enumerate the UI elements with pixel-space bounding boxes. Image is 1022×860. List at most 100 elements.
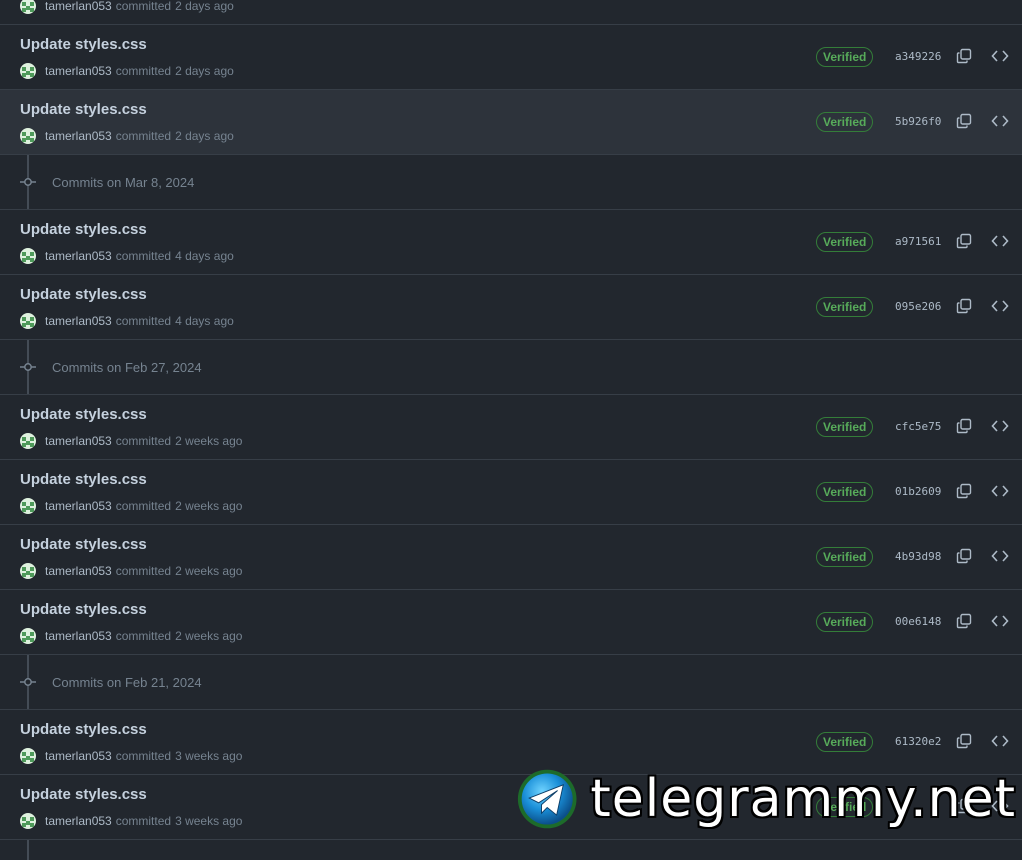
commit-group-header: Commits on Mar 8, 2024 (0, 155, 1022, 210)
commit-meta: tamerlan053 committed 2 weeks ago (20, 433, 242, 449)
commit-row[interactable]: Update styles.css tamerlan053 committed 2 d… (0, 90, 1022, 155)
copy-icon[interactable] (956, 483, 972, 499)
commit-action: committed (115, 0, 172, 13)
avatar[interactable] (20, 0, 36, 14)
avatar[interactable] (20, 128, 36, 144)
code-icon[interactable] (991, 483, 1009, 499)
avatar[interactable] (20, 248, 36, 264)
avatar[interactable] (20, 433, 36, 449)
commit-sha-link[interactable]: 4b93d98 (895, 550, 941, 563)
commit-author-link[interactable]: tamerlan053 (45, 434, 112, 448)
verified-badge[interactable]: Verified (816, 112, 874, 132)
commit-action: committed (115, 629, 172, 643)
verified-badge[interactable]: Verified (816, 47, 874, 67)
commit-sha-link[interactable]: cfc5e75 (895, 420, 941, 433)
copy-icon[interactable] (956, 418, 972, 434)
code-icon[interactable] (991, 548, 1009, 564)
code-icon[interactable] (991, 418, 1009, 434)
commit-author-link[interactable]: tamerlan053 (45, 499, 112, 513)
commit-row[interactable]: Update styles.css tamerlan053 committed 2 w… (0, 525, 1022, 590)
avatar[interactable] (20, 748, 36, 764)
commit-action: committed (115, 564, 172, 578)
avatar[interactable] (20, 628, 36, 644)
copy-icon[interactable] (956, 613, 972, 629)
avatar[interactable] (20, 813, 36, 829)
commit-row[interactable]: tamerlan053 committed 2 days ago (0, 0, 1022, 25)
commit-title-link[interactable]: Update styles.css (20, 406, 147, 423)
commit-group-header: Commits on Feb 21, 2024 (0, 655, 1022, 710)
avatar[interactable] (20, 313, 36, 329)
copy-icon[interactable] (956, 233, 972, 249)
commit-meta: tamerlan053 committed 4 days ago (20, 248, 234, 264)
commit-row[interactable]: Update styles.css tamerlan053 committed 2 w… (0, 460, 1022, 525)
commit-title-link[interactable]: Update styles.css (20, 101, 147, 118)
commit-title-link[interactable]: Update styles.css (20, 786, 147, 803)
code-icon[interactable] (991, 48, 1009, 64)
commit-meta: tamerlan053 committed 2 days ago (20, 128, 234, 144)
commit-title-link[interactable]: Update styles.css (20, 536, 147, 553)
verified-badge[interactable]: Verified (816, 232, 874, 252)
avatar[interactable] (20, 63, 36, 79)
commit-sha-link[interactable]: 095e206 (895, 300, 941, 313)
commit-title-link[interactable]: Update styles.css (20, 36, 147, 53)
commit-action: committed (115, 314, 172, 328)
commit-author-link[interactable]: tamerlan053 (45, 629, 112, 643)
commit-meta: tamerlan053 committed 2 days ago (20, 0, 234, 14)
commit-sha-link[interactable]: 00e6148 (895, 615, 941, 628)
verified-badge[interactable]: Verified (816, 547, 874, 567)
copy-icon[interactable] (956, 298, 972, 314)
commit-author-link[interactable]: tamerlan053 (45, 64, 112, 78)
verified-badge[interactable]: Verified (816, 482, 874, 502)
avatar[interactable] (20, 498, 36, 514)
verified-badge[interactable]: Verified (816, 612, 874, 632)
commit-title-link[interactable]: Update styles.css (20, 601, 147, 618)
code-icon[interactable] (991, 613, 1009, 629)
commit-action: committed (115, 434, 172, 448)
git-commit-icon (20, 678, 36, 686)
commit-title-link[interactable]: Update styles.css (20, 471, 147, 488)
watermark: telegrammy.net (516, 764, 1016, 834)
code-icon[interactable] (991, 733, 1009, 749)
commit-meta: tamerlan053 committed 2 days ago (20, 63, 234, 79)
commit-author-link[interactable]: tamerlan053 (45, 749, 112, 763)
code-icon[interactable] (991, 233, 1009, 249)
commit-author-link[interactable]: tamerlan053 (45, 249, 112, 263)
commit-row[interactable]: Update styles.css tamerlan053 committed 4 d… (0, 210, 1022, 275)
commit-group-date: Commits on Feb 21, 2024 (52, 675, 202, 690)
commit-author-link[interactable]: tamerlan053 (45, 129, 112, 143)
commit-meta: tamerlan053 committed 3 weeks ago (20, 748, 242, 764)
avatar[interactable] (20, 563, 36, 579)
git-commit-icon (20, 178, 36, 186)
code-icon[interactable] (991, 298, 1009, 314)
copy-icon[interactable] (956, 113, 972, 129)
copy-icon[interactable] (956, 48, 972, 64)
commit-author-link[interactable]: tamerlan053 (45, 0, 112, 13)
verified-badge[interactable]: Verified (816, 732, 874, 752)
commit-action: committed (115, 129, 172, 143)
verified-badge[interactable]: Verified (816, 417, 874, 437)
commit-meta: tamerlan053 committed 4 days ago (20, 313, 234, 329)
commit-row[interactable]: Update styles.css tamerlan053 committed 2 w… (0, 590, 1022, 655)
copy-icon[interactable] (956, 733, 972, 749)
commit-time: 2 days ago (175, 64, 234, 78)
commit-sha-link[interactable]: 5b926f0 (895, 115, 941, 128)
commit-time: 2 weeks ago (175, 499, 243, 513)
commit-title-link[interactable]: Update styles.css (20, 721, 147, 738)
commit-title-link[interactable]: Update styles.css (20, 221, 147, 238)
commit-time: 2 weeks ago (175, 629, 243, 643)
commit-author-link[interactable]: tamerlan053 (45, 314, 112, 328)
commit-sha-link[interactable]: 61320e2 (895, 735, 941, 748)
commit-row[interactable]: Update styles.css tamerlan053 committed 4 d… (0, 275, 1022, 340)
commit-meta: tamerlan053 committed 2 weeks ago (20, 563, 242, 579)
commit-title-link[interactable]: Update styles.css (20, 286, 147, 303)
code-icon[interactable] (991, 113, 1009, 129)
commit-author-link[interactable]: tamerlan053 (45, 814, 112, 828)
commit-sha-link[interactable]: a971561 (895, 235, 941, 248)
commit-row[interactable]: Update styles.css tamerlan053 committed 2 w… (0, 395, 1022, 460)
verified-badge[interactable]: Verified (816, 297, 874, 317)
commit-sha-link[interactable]: 01b2609 (895, 485, 941, 498)
commit-author-link[interactable]: tamerlan053 (45, 564, 112, 578)
copy-icon[interactable] (956, 548, 972, 564)
commit-row[interactable]: Update styles.css tamerlan053 committed 2 d… (0, 25, 1022, 90)
commit-sha-link[interactable]: a349226 (895, 50, 941, 63)
